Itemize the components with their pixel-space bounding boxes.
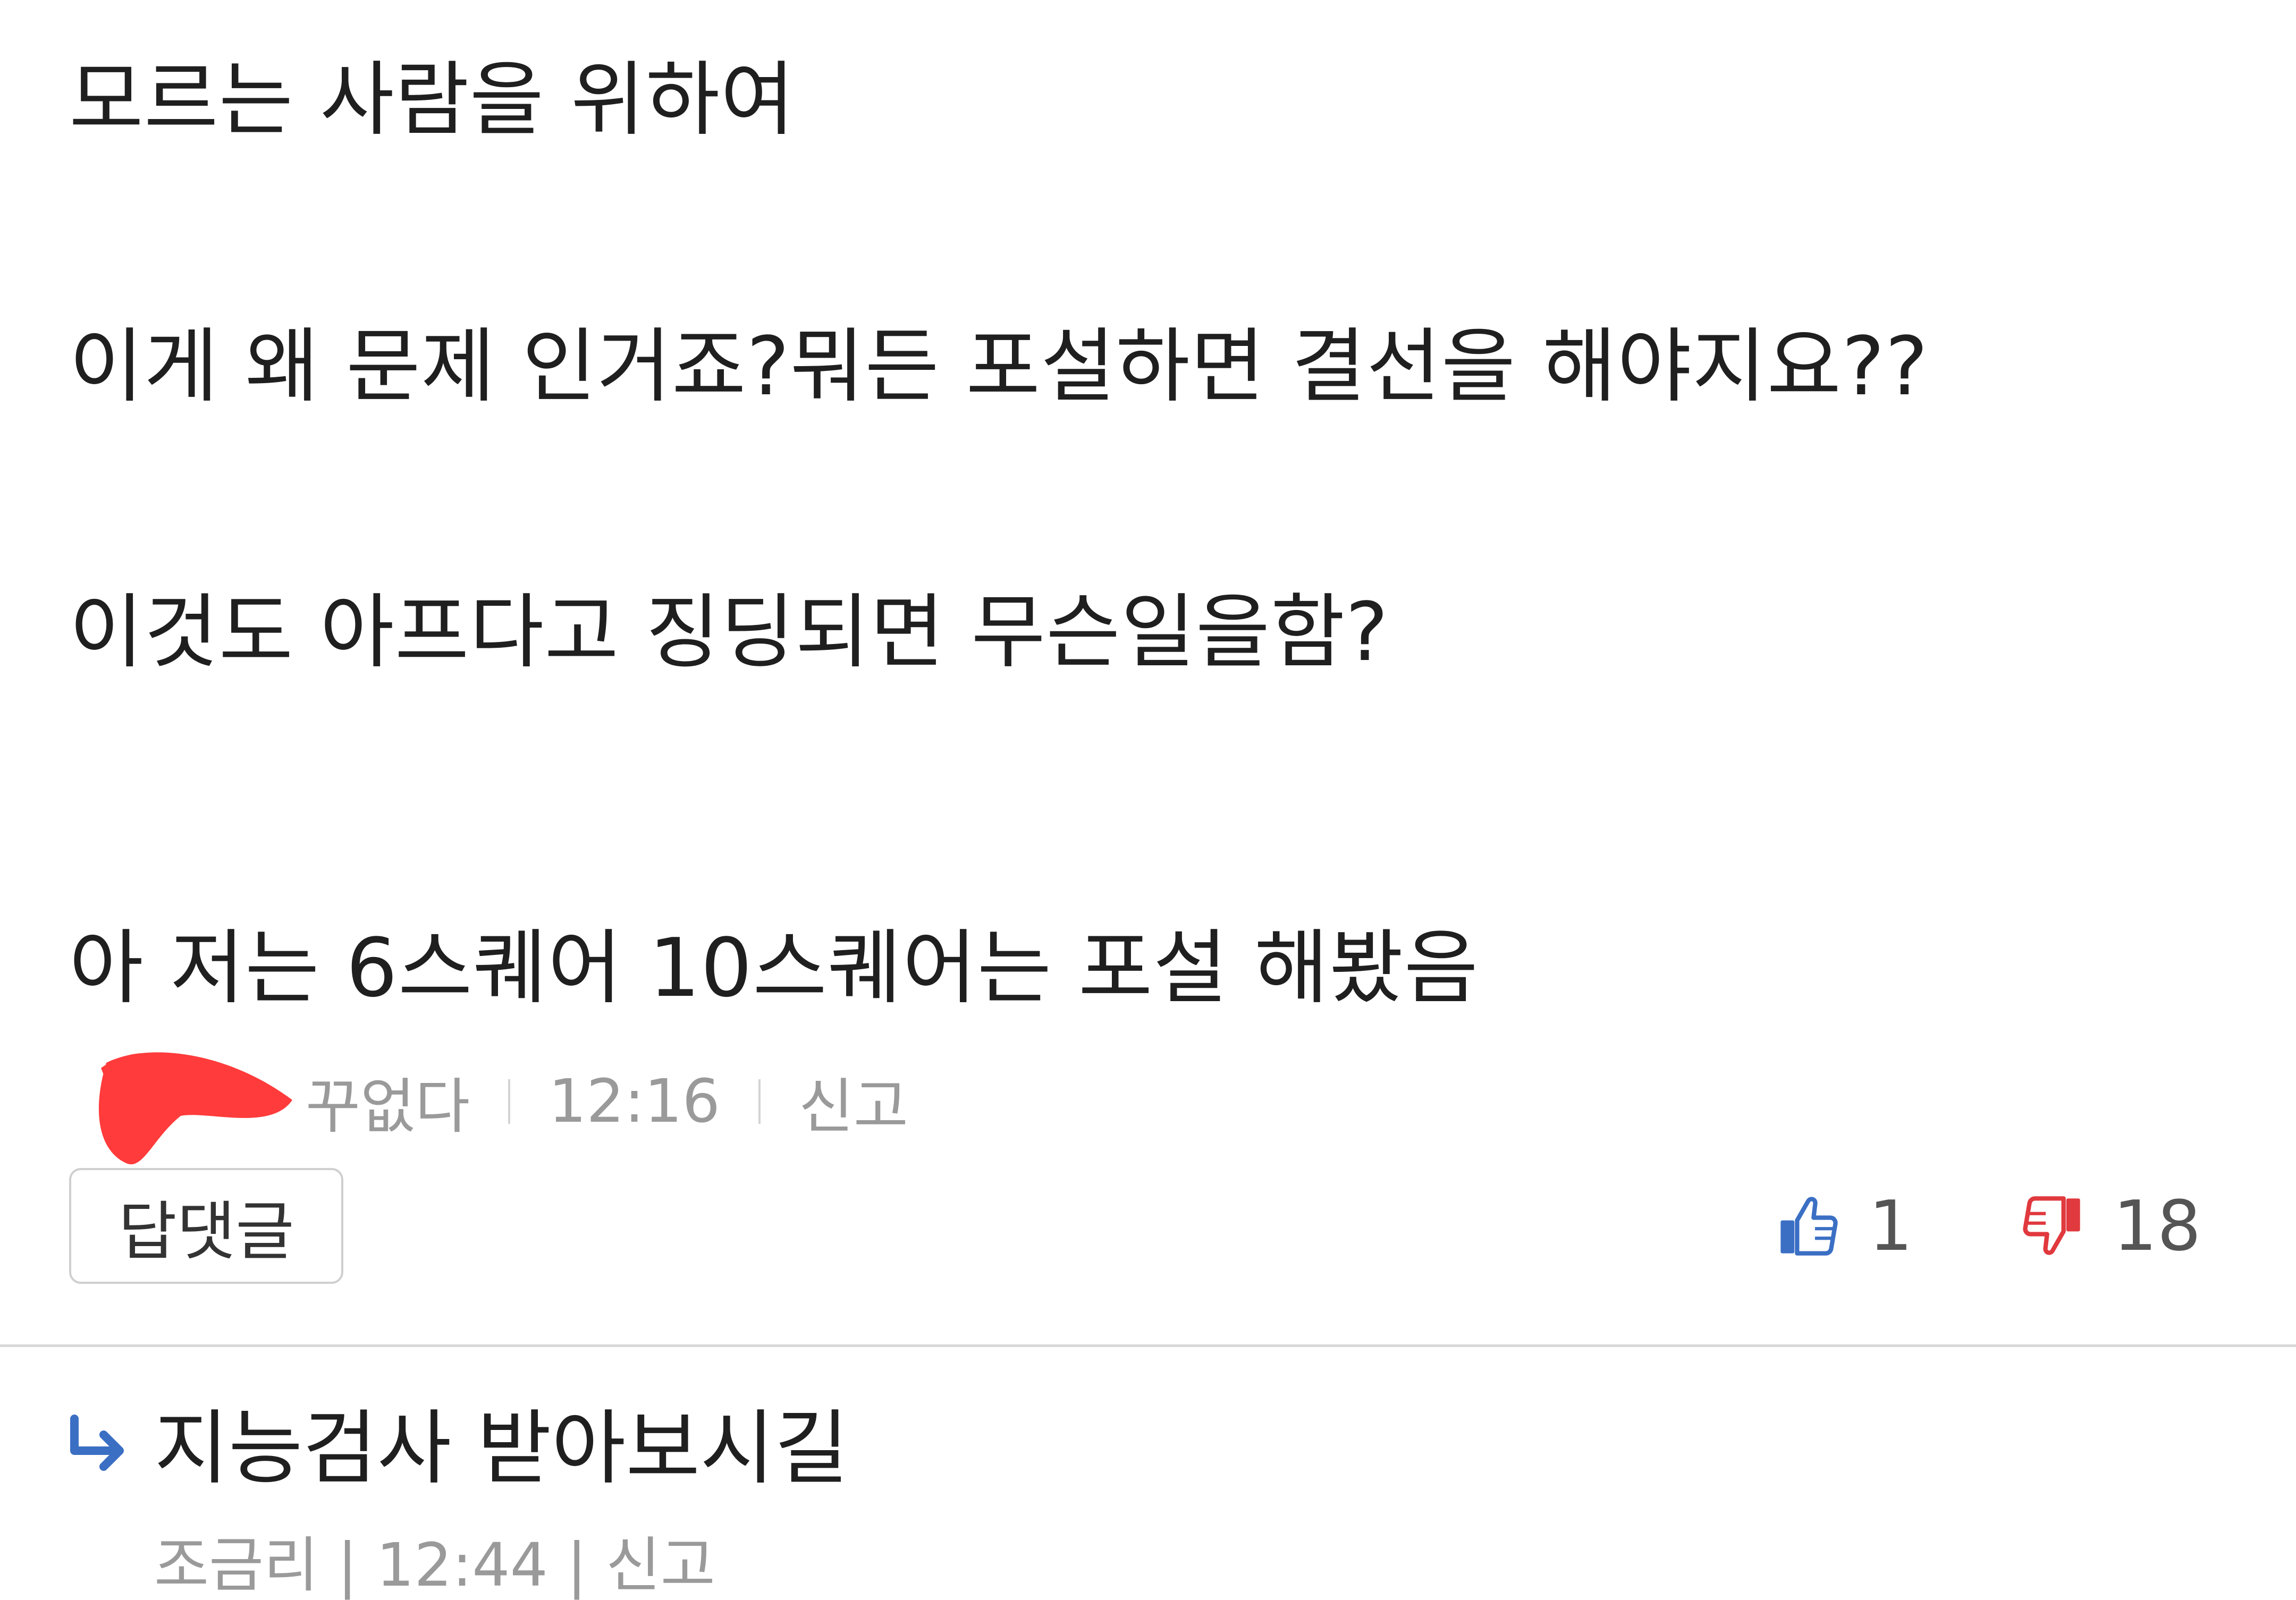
dislike-button[interactable]: 18 (2020, 1186, 2201, 1266)
meta-divider (758, 1079, 761, 1124)
report-link[interactable]: 신고 (799, 1059, 908, 1145)
author-name[interactable]: 꾸없다 (306, 1059, 470, 1145)
comment-item: 모르는 사람을 위하여 이게 왜 문제 인거죠?뭐든 포설하면 결선을 해야지요… (0, 0, 2296, 1344)
reply-arrow-icon (70, 1415, 124, 1471)
dislike-count: 18 (2113, 1186, 2201, 1266)
comment-text-line-1: 모르는 사람을 위하여 (69, 53, 796, 147)
thumbs-up-icon (1780, 1197, 1838, 1256)
thumbs-down-icon (2023, 1196, 2080, 1255)
comment-text-line-4: 아 저는 6스퀘어 10스퀘어는 포설 해봤음 (69, 921, 1479, 1015)
like-button[interactable]: 1 (1775, 1186, 1913, 1266)
meta-divider (508, 1079, 511, 1124)
comment-text-line-2: 이게 왜 문제 인거죠?뭐든 포설하면 결선을 해야지요?? (69, 319, 1929, 413)
redaction-scribble (98, 1052, 292, 1165)
comment-time: 12:16 (548, 1067, 720, 1136)
comment-text-line-3: 이것도 아프다고 징딩되면 무슨일을함? (69, 585, 1389, 679)
reply-button[interactable]: 답댓글 (69, 1168, 343, 1284)
reply-comment-meta: 조금리 | 12:44 | 신고 (154, 1531, 715, 1600)
like-count: 1 (1869, 1186, 1913, 1266)
reply-comment-text: 지능검사 받아보시길 (154, 1401, 849, 1495)
